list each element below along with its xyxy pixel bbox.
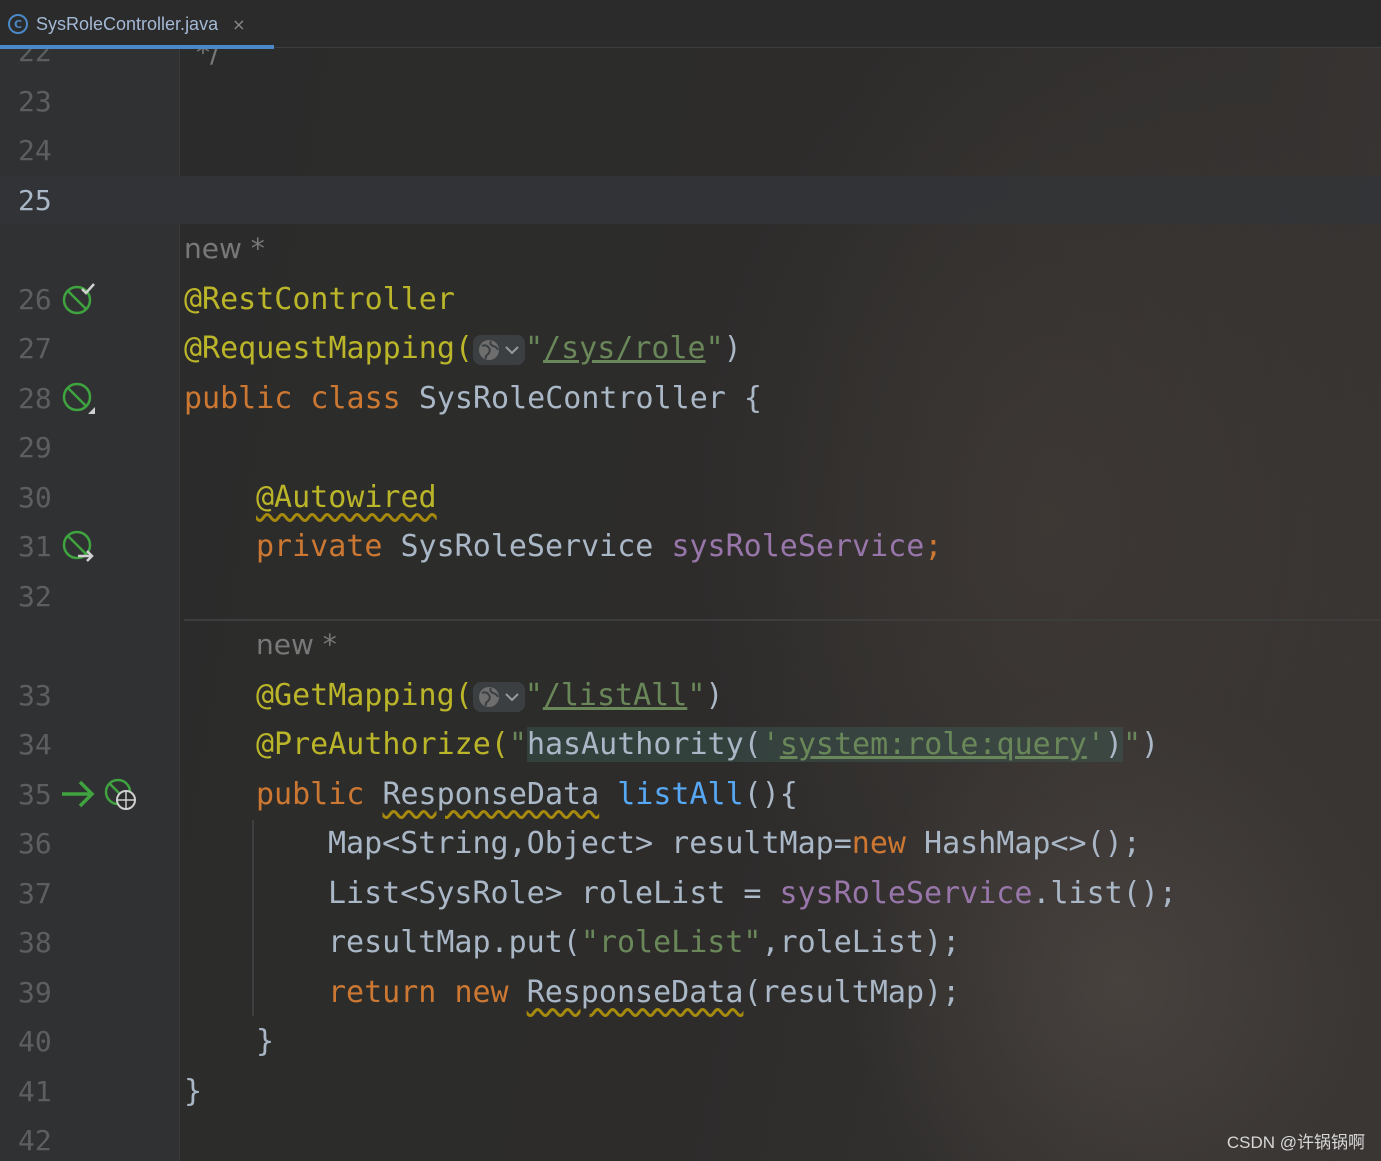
method-name: listAll <box>617 777 744 812</box>
line-number: 39 <box>18 976 52 1009</box>
line-number: 27 <box>18 332 52 365</box>
annotation: @GetMapping( <box>256 678 473 713</box>
keyword: public class <box>184 381 419 416</box>
code-line: @Autowired <box>256 473 437 523</box>
url-inlay[interactable] <box>472 334 525 365</box>
line-number: 41 <box>18 1075 52 1108</box>
code-line: public class SysRoleController { <box>184 374 762 424</box>
keyword: public <box>256 777 383 812</box>
request-path-link[interactable]: /sys/role <box>543 331 706 366</box>
line-number: 36 <box>18 827 52 860</box>
code-line: } <box>256 1017 274 1067</box>
closing-brace: } <box>256 1024 275 1059</box>
chevron-down-icon <box>505 345 519 354</box>
line-number: 30 <box>18 481 52 514</box>
line-number: 29 <box>18 431 52 464</box>
keyword: new <box>454 975 527 1010</box>
permission-string: system:role:query <box>779 727 1087 762</box>
annotation: @RequestMapping( <box>184 331 473 366</box>
string-quote: " <box>508 727 527 762</box>
line-number: 35 <box>18 778 52 811</box>
indent-guide <box>252 820 254 1016</box>
line-number: 40 <box>18 1025 52 1058</box>
code-line: return new ResponseData(resultMap); <box>328 975 961 1010</box>
line-number: 37 <box>18 877 52 910</box>
punctuation: ; <box>924 529 943 564</box>
annotation: @PreAuthorize( <box>256 727 509 762</box>
string-quote: " <box>524 331 544 366</box>
keyword: new <box>851 826 906 861</box>
class-name: SysRoleController { <box>418 381 762 416</box>
author-hint[interactable]: new * <box>184 232 265 265</box>
annotation-warning: @Autowired <box>256 480 437 515</box>
code-line: @RequestMapping( "/sys/role") <box>184 324 742 374</box>
line-number: 26 <box>18 283 52 316</box>
code-line: @PreAuthorize("hasAuthority('system:role… <box>256 720 1159 770</box>
active-tab-indicator <box>0 45 274 49</box>
string-quote: " <box>705 331 724 366</box>
java-class-icon: C <box>8 14 28 34</box>
line-number: 38 <box>18 926 52 959</box>
code-line: @GetMapping( "/listAll") <box>256 671 723 721</box>
string-quote: ' <box>761 727 780 762</box>
code-vision-hint[interactable]: new * <box>256 620 337 670</box>
chevron-down-icon <box>505 692 519 701</box>
line-number: 24 <box>18 134 52 167</box>
method-separator <box>184 619 1381 621</box>
closing-brace: } <box>184 1074 203 1109</box>
line-number: 28 <box>18 382 52 415</box>
type-name-warning: ResponseData <box>382 777 600 812</box>
request-path-link[interactable]: /listAll <box>543 678 688 713</box>
close-icon[interactable]: × <box>232 15 245 34</box>
line-number: 23 <box>18 85 52 118</box>
line-number: 42 <box>18 1124 52 1157</box>
code-line: resultMap.put("roleList",roleList); <box>328 925 961 960</box>
tab-title: SysRoleController.java <box>36 13 219 34</box>
globe-icon <box>478 339 499 360</box>
spring-endpoint-icon[interactable] <box>104 778 140 818</box>
type-name: SysRoleService <box>400 529 672 564</box>
current-line-highlight <box>0 176 1381 224</box>
field-name: sysRoleService <box>671 529 925 564</box>
string-literal: "roleList" <box>580 925 762 960</box>
code-line: Map<String,Object> resultMap=new HashMap… <box>328 826 1141 861</box>
spring-bean-icon[interactable] <box>62 283 96 321</box>
line-number: 32 <box>18 580 52 613</box>
punctuation: ) <box>723 331 742 366</box>
string-quote: " <box>524 678 543 713</box>
annotation: @RestController <box>184 282 455 317</box>
code-line: public ResponseData listAll(){ <box>256 770 798 820</box>
code-line: private SysRoleService sysRoleService; <box>256 522 942 572</box>
code-vision-hint[interactable]: new * <box>184 224 265 274</box>
string-quote: " <box>1122 727 1142 762</box>
watermark: CSDN @许锅锅啊 <box>1226 1133 1365 1152</box>
code-line: List<SysRole> roleList = sysRoleService.… <box>328 876 1177 911</box>
line-number: 33 <box>18 679 52 712</box>
line-number: 31 <box>18 530 52 563</box>
run-arrow-icon[interactable] <box>60 778 96 814</box>
keyword: private <box>256 529 401 564</box>
code-line: @RestController <box>184 275 455 325</box>
punctuation: (){ <box>743 777 798 812</box>
punctuation: ) <box>705 678 724 713</box>
spring-autowired-icon[interactable] <box>62 530 98 570</box>
punctuation: ) <box>1104 727 1123 762</box>
string-quote: ' <box>1086 727 1105 762</box>
code-line: } <box>184 1067 202 1117</box>
line-number: 34 <box>18 728 52 761</box>
globe-icon <box>478 686 499 707</box>
url-inlay[interactable] <box>472 681 525 712</box>
author-hint[interactable]: new * <box>256 628 337 661</box>
type-name-warning: ResponseData <box>526 975 744 1010</box>
spel-expression: hasAuthority( <box>526 727 762 762</box>
tab-sysrolecontroller[interactable]: C SysRoleController.java × <box>0 0 274 49</box>
field-name: sysRoleService <box>779 876 1033 911</box>
punctuation: ) <box>1141 727 1160 762</box>
editor-tab-bar: C SysRoleController.java × <box>0 0 1381 49</box>
string-quote: " <box>687 678 706 713</box>
line-number-active: 25 <box>18 184 52 217</box>
spring-bean-icon[interactable] <box>62 382 96 420</box>
keyword: return <box>328 975 455 1010</box>
